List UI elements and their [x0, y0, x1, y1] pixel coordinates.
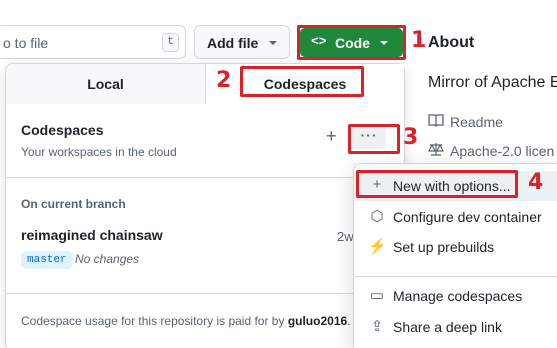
- create-codespace-plus-icon[interactable]: +: [326, 126, 337, 147]
- about-heading: About: [428, 34, 475, 51]
- license-label: Apache-2.0 licen: [450, 143, 555, 159]
- tab-local[interactable]: Local: [6, 64, 206, 104]
- menu-item-label: Share a deep link: [393, 319, 502, 335]
- step-number-1: 1: [411, 28, 427, 53]
- usage-note: Codespace usage for this repository is p…: [21, 314, 351, 328]
- readme-label: Readme: [450, 114, 503, 130]
- book-icon: [428, 113, 450, 130]
- menu-item-share-deep-link[interactable]: ⇪ Share a deep link: [354, 312, 557, 342]
- codespace-time: 2w: [337, 229, 354, 244]
- repo-description: Mirror of Apache E: [428, 74, 557, 91]
- zap-icon: ⚡: [368, 238, 387, 255]
- highlight-box-codespaces-tab: [240, 66, 364, 97]
- divider: [6, 177, 404, 178]
- step-number-3: 3: [403, 125, 419, 150]
- add-file-button[interactable]: Add file: [194, 25, 290, 59]
- highlight-box-code: [297, 25, 406, 60]
- menu-item-manage-codespaces[interactable]: ▭ Manage codespaces: [354, 281, 557, 311]
- highlight-box-more-options: [348, 124, 400, 154]
- codespace-name-link[interactable]: reimagined chainsaw: [21, 227, 163, 243]
- keyboard-shortcut-hint: t: [162, 33, 179, 52]
- go-to-file-placeholder: o to file: [3, 35, 49, 51]
- chevron-down-icon: [269, 41, 277, 45]
- step-number-4: 4: [528, 170, 544, 195]
- code-dropdown-panel: Local Codespaces Codespaces Your workspa…: [5, 63, 405, 348]
- menu-item-configure-dev-container[interactable]: ⬡ Configure dev container: [354, 202, 557, 232]
- highlight-box-new-with-options: [356, 170, 518, 198]
- add-file-label: Add file: [207, 35, 259, 51]
- usage-prefix: Codespace usage for this repository is p…: [21, 314, 288, 328]
- divider: [6, 293, 404, 294]
- step-number-2: 2: [216, 68, 232, 93]
- branch-badge: master: [21, 251, 73, 269]
- go-to-file-input[interactable]: o to file t: [0, 25, 186, 59]
- divider: [354, 276, 557, 277]
- usage-suffix: .: [347, 314, 351, 328]
- section-heading: On current branch: [21, 197, 126, 211]
- container-icon: ⬡: [370, 208, 384, 225]
- server-icon: ▭: [369, 287, 385, 304]
- codespaces-title: Codespaces: [21, 122, 104, 138]
- menu-item-label: Manage codespaces: [393, 288, 523, 304]
- menu-item-set-up-prebuilds[interactable]: ⚡ Set up prebuilds: [354, 232, 557, 262]
- menu-item-label: Set up prebuilds: [393, 239, 495, 255]
- share-icon: ⇪: [370, 318, 384, 335]
- usage-user-link[interactable]: guluo2016: [288, 314, 347, 328]
- license-link[interactable]: Apache-2.0 licen: [428, 142, 554, 159]
- readme-link[interactable]: Readme: [428, 113, 503, 130]
- menu-item-label: Configure dev container: [393, 209, 542, 225]
- law-icon: [428, 142, 450, 159]
- codespaces-subtitle: Your workspaces in the cloud: [21, 145, 177, 159]
- codespace-status: No changes: [75, 252, 140, 266]
